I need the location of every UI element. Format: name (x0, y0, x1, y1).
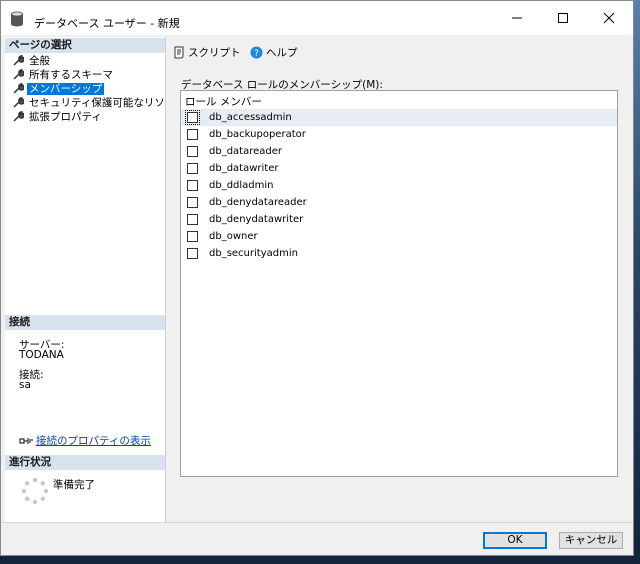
view-connection-properties-label: 接続のプロパティの表示 (36, 435, 151, 447)
wrench-icon (13, 55, 24, 66)
page-item-general[interactable]: 全般 (13, 54, 52, 68)
role-name: db_ddladmin (209, 180, 274, 191)
role-row[interactable]: db_securityadmin (181, 245, 617, 262)
role-checkbox[interactable] (187, 248, 198, 259)
role-membership-grid[interactable]: ロール メンバー db_accessadmin db_backupoperato… (180, 90, 618, 477)
role-checkbox[interactable] (187, 180, 198, 191)
progress-header: 進行状況 (5, 455, 165, 470)
role-row[interactable]: db_owner (181, 228, 617, 245)
role-members-column-header: ロール メンバー (185, 96, 262, 108)
database-icon (11, 11, 23, 27)
role-name: db_datawriter (209, 163, 279, 174)
dialog-window: データベース ユーザー - 新規 ページの選択 全般 所有するスキーマ メンバー… (0, 0, 634, 556)
page-item-membership[interactable]: メンバーシップ (13, 82, 105, 96)
role-row[interactable]: db_backupoperator (181, 126, 617, 143)
role-row[interactable]: db_denydatareader (181, 194, 617, 211)
close-button[interactable] (587, 1, 633, 35)
role-checkbox[interactable] (185, 110, 200, 125)
role-name: db_accessadmin (209, 112, 292, 123)
help-icon: ? (250, 46, 263, 59)
script-label: スクリプト (188, 47, 241, 59)
page-item-securables[interactable]: セキュリティ保護可能なリソース (13, 96, 187, 110)
cancel-button[interactable]: キャンセル (559, 532, 623, 549)
window-title: データベース ユーザー - 新規 (34, 17, 180, 30)
script-icon (174, 46, 184, 59)
role-name: db_owner (209, 231, 258, 242)
role-name: db_datareader (209, 146, 283, 157)
role-row[interactable]: db_ddladmin (181, 177, 617, 194)
left-pane: ページの選択 全般 所有するスキーマ メンバーシップ セキュリティ保護可能なリソ… (5, 37, 185, 523)
plug-icon (19, 438, 33, 444)
role-name: db_denydatawriter (209, 214, 304, 225)
role-checkbox[interactable] (187, 146, 198, 157)
page-item-label: 所有するスキーマ (29, 69, 113, 81)
ok-button[interactable]: OK (483, 532, 547, 549)
role-checkbox[interactable] (187, 129, 198, 140)
connection-header: 接続 (5, 315, 165, 330)
wrench-icon (13, 97, 24, 108)
role-row[interactable]: db_datareader (181, 143, 617, 160)
minimize-button[interactable] (495, 1, 541, 35)
page-item-label: セキュリティ保護可能なリソース (29, 97, 186, 109)
role-checkbox[interactable] (187, 231, 198, 242)
page-item-owned-schemas[interactable]: 所有するスキーマ (13, 68, 115, 82)
title-bar[interactable]: データベース ユーザー - 新規 (1, 1, 633, 35)
progress-spinner-icon (21, 477, 49, 505)
wrench-icon (13, 69, 24, 80)
role-checkbox[interactable] (187, 163, 198, 174)
role-name: db_denydatareader (209, 197, 307, 208)
role-row[interactable]: db_datawriter (181, 160, 617, 177)
help-button[interactable]: ? ヘルプ (250, 45, 298, 61)
connection-value: sa (19, 379, 31, 391)
close-icon (603, 12, 615, 24)
role-checkbox[interactable] (187, 197, 198, 208)
role-checkbox[interactable] (187, 214, 198, 225)
maximize-icon (558, 13, 568, 23)
page-item-extended-properties[interactable]: 拡張プロパティ (13, 110, 104, 124)
page-item-label: メンバーシップ (27, 83, 105, 95)
select-page-header: ページの選択 (5, 38, 165, 53)
wrench-icon (13, 111, 24, 122)
content-pane: スクリプト ? ヘルプ データベース ロールのメンバーシップ(M): ロール メン… (166, 37, 633, 523)
role-name: db_securityadmin (209, 248, 298, 259)
progress-status: 準備完了 (53, 479, 95, 491)
help-label: ヘルプ (266, 47, 298, 59)
wrench-icon (13, 83, 24, 94)
maximize-button[interactable] (541, 1, 587, 35)
dialog-footer: OK キャンセル (1, 523, 633, 555)
view-connection-properties-link[interactable]: 接続のプロパティの表示 (19, 433, 151, 448)
role-name: db_backupoperator (209, 129, 306, 140)
svg-text:?: ? (254, 49, 259, 59)
server-value: TODANA (19, 349, 64, 361)
role-row[interactable]: db_accessadmin (181, 109, 617, 126)
role-row[interactable]: db_denydatawriter (181, 211, 617, 228)
page-item-label: 拡張プロパティ (29, 111, 102, 123)
page-item-label: 全般 (29, 55, 50, 67)
minimize-icon (512, 17, 522, 19)
